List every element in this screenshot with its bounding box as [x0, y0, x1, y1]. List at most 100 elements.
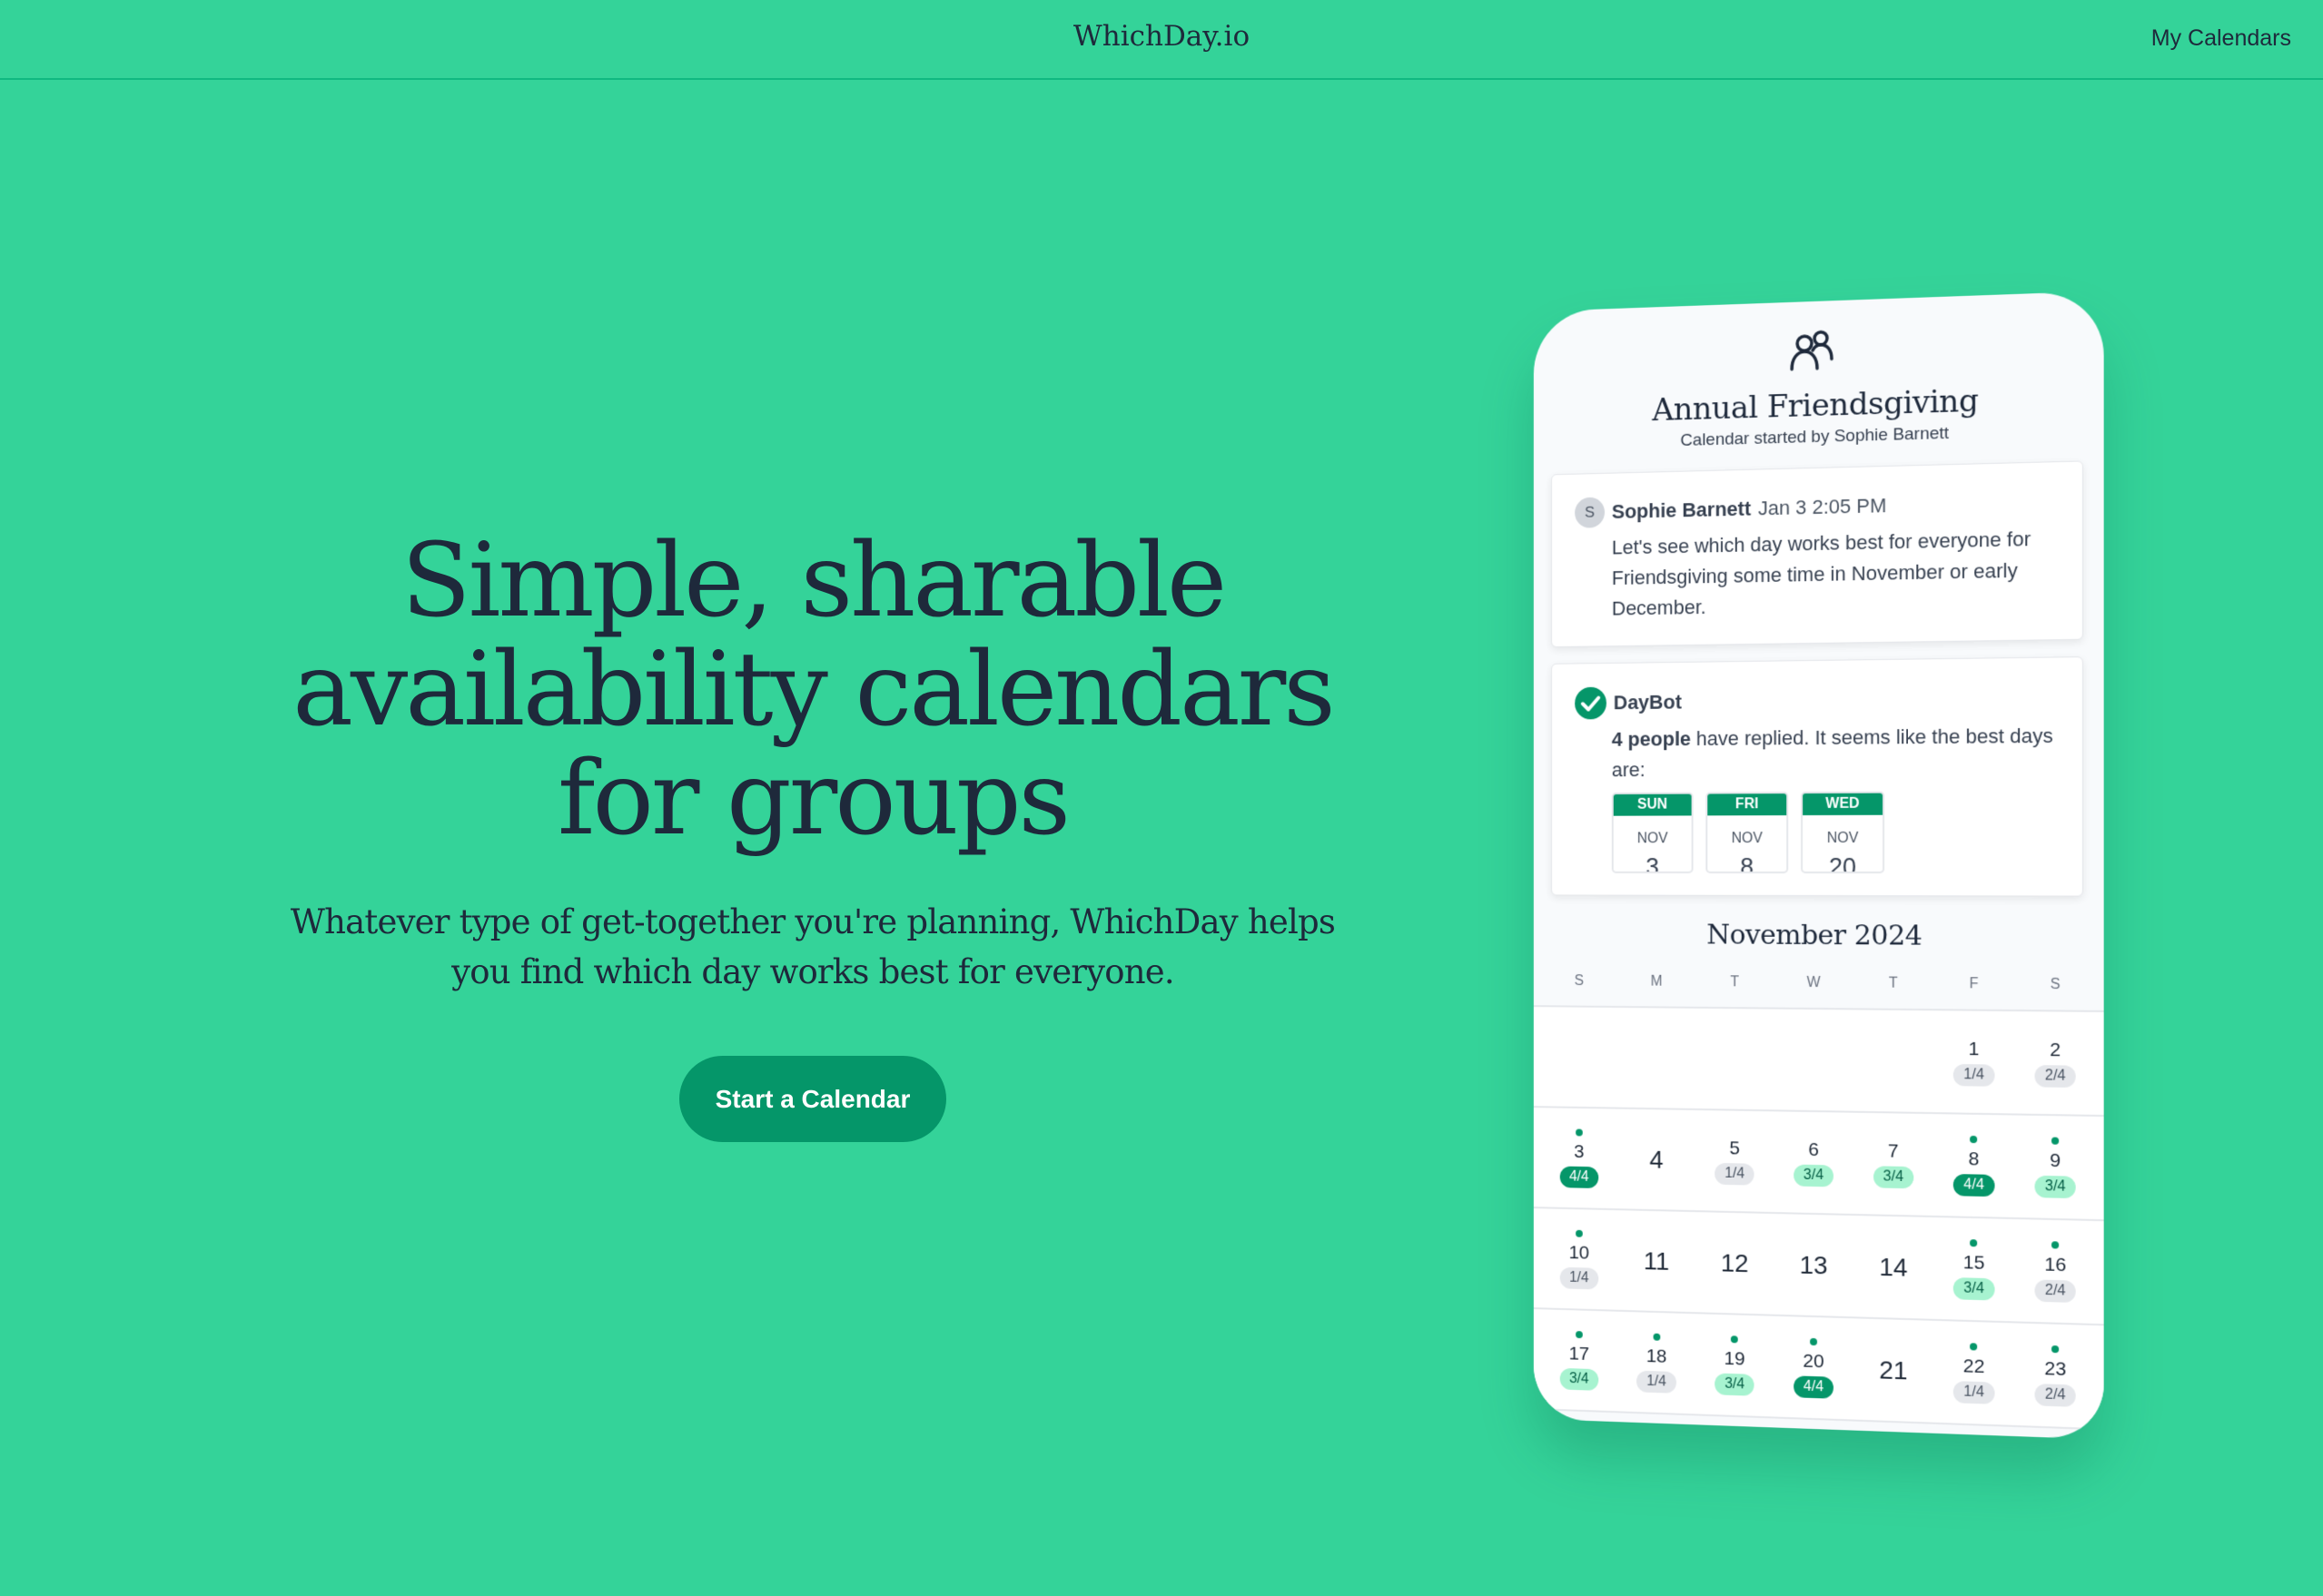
day-number: 13 — [1799, 1250, 1828, 1279]
best-day-number: 8 — [1740, 853, 1755, 873]
vote-badge: 4/4 — [1953, 1173, 1995, 1197]
calendar-day[interactable]: 14 — [1853, 1216, 1933, 1319]
best-day-dot — [1970, 1135, 1978, 1143]
best-day-month: NOV — [1636, 831, 1668, 847]
vote-badge: 3/4 — [1715, 1372, 1755, 1396]
day-number: 1 — [1968, 1038, 1980, 1059]
day-number: 16 — [2044, 1253, 2067, 1276]
calendar-week: 1 1/4 2 2/4 — [1533, 1007, 2104, 1118]
day-number: 12 — [1720, 1247, 1749, 1277]
my-calendars-link[interactable]: My Calendars — [2151, 25, 2291, 52]
hero-title: Simple, sharable availability calendars … — [268, 527, 1358, 853]
vote-badge: 2/4 — [2034, 1278, 2076, 1303]
group-icon — [1788, 328, 1839, 371]
vote-badge: 1/4 — [1559, 1266, 1599, 1289]
calendar-day[interactable]: 11 — [1617, 1210, 1695, 1312]
best-day-month: NOV — [1731, 831, 1763, 847]
message-card: S Sophie Barnett Jan 3 2:05 PM Let's see… — [1551, 460, 2083, 648]
message-header: S Sophie Barnett Jan 3 2:05 PM — [1575, 487, 2054, 528]
best-day-card[interactable]: WED NOV 20 — [1801, 791, 1885, 874]
logo-container: WhichDay.io — [0, 20, 2323, 53]
calendar-day[interactable]: 7 3/4 — [1853, 1113, 1933, 1216]
message-time: Jan 3 2:05 PM — [1757, 494, 1887, 520]
best-day-card[interactable]: SUN NOV 3 — [1611, 792, 1694, 873]
vote-badge: 3/4 — [1873, 1165, 1914, 1188]
vote-badge: 3/4 — [2034, 1175, 2076, 1198]
weekday-header: SMTWTFS — [1533, 972, 2104, 1012]
calendar-day[interactable]: 12 — [1695, 1212, 1774, 1315]
calendar-day[interactable]: 2 2/4 — [2014, 1011, 2096, 1115]
best-day-dot — [1575, 1229, 1583, 1237]
message-body: Let's see which day works best for every… — [1611, 527, 2031, 620]
logo[interactable]: WhichDay.io — [1073, 20, 1250, 53]
calendar-header: Annual Friendsgiving Calendar started by… — [1534, 291, 2104, 455]
calendar-day[interactable]: 8 4/4 — [1933, 1114, 2014, 1217]
best-day-dot — [1970, 1238, 1978, 1246]
month-title: November 2024 — [1706, 919, 1923, 952]
weekday-label: S — [1574, 973, 1584, 989]
vote-badge: 1/4 — [1636, 1370, 1676, 1394]
check-circle-icon — [1575, 686, 1606, 720]
best-days: SUN NOV 3 FRI NOV 8 WED NOV 20 — [1611, 791, 2054, 874]
calendar-day[interactable]: 23 2/4 — [2014, 1323, 2096, 1428]
weekday-label: S — [2050, 976, 2061, 993]
vote-badge: 4/4 — [1793, 1374, 1834, 1399]
calendar-grid: 1 1/4 2 2/4 3 4/4 4 5 1/4 6 3/4 7 3/4 8 4/4 9 3/4 10 1/4 11… — [1533, 1007, 2104, 1431]
calendar-day[interactable]: 20 4/4 — [1774, 1316, 1853, 1420]
calendar-day[interactable]: 13 — [1774, 1214, 1853, 1316]
vote-badge: 2/4 — [2034, 1064, 2076, 1088]
day-number: 18 — [1646, 1345, 1667, 1367]
phone-mockup: Annual Friendsgiving Calendar started by… — [1527, 291, 2104, 1440]
calendar-day[interactable]: 10 1/4 — [1541, 1208, 1618, 1310]
hero-title-line: Simple, sharable — [400, 522, 1227, 640]
best-day-dot — [2051, 1137, 2060, 1145]
best-day-card[interactable]: FRI NOV 8 — [1705, 792, 1789, 873]
day-number: 20 — [1803, 1350, 1824, 1372]
calendar-day[interactable]: 17 3/4 — [1541, 1309, 1618, 1411]
vote-badge: 3/4 — [1559, 1367, 1599, 1391]
start-calendar-button[interactable]: Start a Calendar — [679, 1056, 946, 1142]
day-number: 8 — [1968, 1148, 1980, 1170]
calendar-day[interactable]: 16 2/4 — [2014, 1219, 2096, 1324]
hero-title-line: for groups — [558, 740, 1071, 858]
best-day-weekday: FRI — [1707, 793, 1787, 816]
weekday-label: W — [1806, 974, 1821, 991]
calendar-day[interactable]: 3 4/4 — [1541, 1108, 1618, 1208]
best-day-month: NOV — [1826, 830, 1859, 846]
calendar-day[interactable]: 5 1/4 — [1695, 1110, 1774, 1212]
calendar-day[interactable]: 18 1/4 — [1617, 1312, 1695, 1414]
calendar-day[interactable]: 1 1/4 — [1933, 1010, 2014, 1113]
daybot-header: DayBot — [1575, 682, 2054, 720]
best-day-dot — [1810, 1337, 1817, 1345]
calendar-day[interactable]: 19 3/4 — [1695, 1314, 1774, 1416]
best-day-dot — [2051, 1240, 2060, 1249]
reply-count: 4 people — [1611, 727, 1691, 751]
day-number: 19 — [1724, 1347, 1745, 1370]
calendar-week: 3 4/4 4 5 1/4 6 3/4 7 3/4 8 4/4 9 3/4 — [1533, 1108, 2104, 1222]
vote-badge: 1/4 — [1953, 1380, 1995, 1404]
day-number: 23 — [2044, 1357, 2067, 1380]
calendar-day[interactable]: 21 — [1853, 1318, 1933, 1422]
hero-title-line: availability calendars — [292, 631, 1336, 749]
best-day-dot — [1575, 1330, 1583, 1338]
best-day-dot — [1653, 1333, 1660, 1341]
hero-subtitle-line: you find which day works best for everyo… — [451, 952, 1175, 991]
day-number: 22 — [1962, 1355, 1985, 1377]
day-number: 5 — [1729, 1137, 1740, 1158]
calendar-day[interactable]: 22 1/4 — [1933, 1321, 2014, 1425]
calendar-day-blank — [1853, 1010, 1933, 1112]
day-number: 6 — [1808, 1138, 1819, 1160]
calendar-day-blank — [1541, 1007, 1618, 1107]
best-day-dot — [1731, 1335, 1739, 1343]
day-number: 15 — [1962, 1251, 1985, 1274]
calendar-day[interactable]: 6 3/4 — [1774, 1111, 1853, 1214]
best-day-dot — [1970, 1342, 1978, 1351]
calendar-day[interactable]: 9 3/4 — [2014, 1116, 2096, 1219]
calendar-day[interactable]: 4 — [1617, 1109, 1695, 1211]
day-number: 11 — [1643, 1246, 1670, 1276]
day-number: 17 — [1568, 1343, 1590, 1364]
daybot-name: DayBot — [1613, 690, 1682, 714]
day-number: 14 — [1879, 1252, 1908, 1282]
best-day-number: 20 — [1828, 852, 1856, 874]
calendar-day[interactable]: 15 3/4 — [1933, 1217, 2014, 1321]
